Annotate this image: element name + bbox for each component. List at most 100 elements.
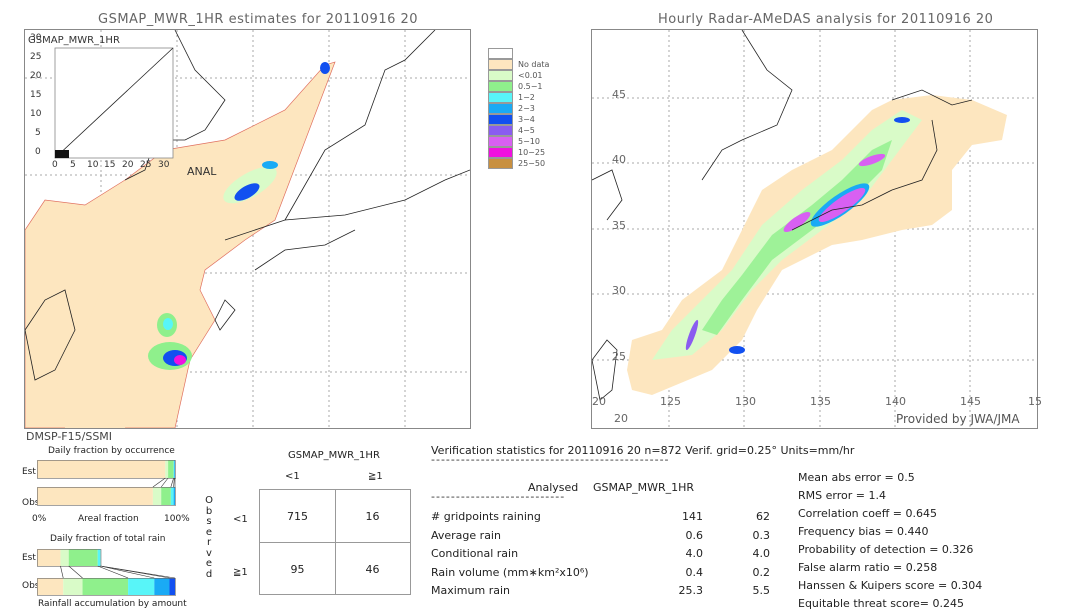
stat-gsmap-value: 0.2	[752, 565, 771, 579]
legend-label: 5−10	[518, 137, 540, 146]
score-item: Correlation coeff = 0.645	[798, 507, 937, 520]
fraction-bar-segment	[173, 460, 175, 478]
legend-swatch	[488, 59, 513, 70]
fraction-bar-segment	[37, 578, 64, 595]
rain-core-5	[174, 355, 186, 365]
legend-label: 25−50	[518, 159, 546, 168]
anal-label: ANAL	[187, 165, 217, 178]
cell-miss: 95	[290, 563, 305, 576]
fraction-bar-segment	[174, 460, 175, 478]
inset-xtick: 5	[70, 160, 76, 170]
fraction-bar-segment	[165, 460, 169, 478]
cell-hit: 46	[365, 563, 380, 576]
total-rain-chart	[37, 549, 176, 596]
score-item: Mean abs error = 0.5	[798, 471, 915, 484]
fraction-connector	[173, 477, 175, 488]
left-map-svg: GSMAP_MWR_1HR ANAL	[25, 30, 470, 428]
legend-swatch	[488, 103, 513, 114]
stat-gsmap-value: 62	[756, 510, 770, 523]
stat-row-label: Maximum rain	[431, 584, 510, 597]
score-item: Equitable threat score= 0.245	[798, 597, 964, 610]
fraction-bar-segment	[154, 578, 170, 595]
lon-tick: 140	[885, 395, 906, 408]
fraction-connector	[100, 565, 155, 579]
fraction-connector	[160, 477, 169, 488]
lon-tick: 145	[960, 395, 981, 408]
inset-xtick: 0	[52, 160, 58, 170]
inset-xtick: 25	[140, 160, 152, 170]
cell-hit-neg: 715	[287, 510, 308, 523]
fraction-bar-segment	[82, 578, 129, 595]
observed-letter: O	[205, 495, 213, 506]
fraction-bar-segment	[128, 578, 155, 595]
stat-gsmap-value: 0.3	[752, 528, 771, 542]
legend-label: 2−3	[518, 104, 535, 113]
observed-letter: s	[206, 516, 212, 527]
occurrence-title: Daily fraction by occurrence	[48, 446, 175, 456]
observed-letter: r	[206, 537, 212, 548]
fraction-bar-segment	[68, 549, 98, 566]
inset-point-cluster	[55, 150, 69, 158]
lat-tick: 25	[612, 350, 626, 363]
accumulation-caption: Rainfall accumulation by amount	[38, 599, 187, 609]
legend-swatch	[488, 92, 513, 103]
fraction-connector	[60, 565, 64, 579]
est-label: Est	[22, 467, 36, 477]
inset-ytick: 15	[30, 90, 42, 100]
lat-tick: 35	[612, 219, 626, 232]
stat-row-label: # gridpoints raining	[431, 510, 541, 523]
inset-ytick: 10	[30, 109, 42, 119]
stat-row-label: Average rain	[431, 528, 501, 542]
observed-letter: e	[205, 558, 213, 569]
score-item: Hanssen & Kuipers score = 0.304	[798, 579, 983, 592]
lat-tick: 20	[614, 412, 628, 425]
stat-analysed-value: 141	[682, 510, 703, 523]
stat-analysed-value: 0.6	[685, 528, 704, 542]
fraction-connector	[152, 477, 166, 488]
legend-label: No data	[518, 60, 550, 69]
legend-swatch	[488, 114, 513, 125]
legend-label: 10−25	[518, 148, 546, 157]
inset-ytick: 5	[35, 128, 41, 138]
stat-gsmap-value: 4.0	[752, 547, 771, 560]
lon-tick: 20	[592, 395, 606, 408]
left-map: GSMAP_MWR_1HR ANAL	[24, 29, 471, 429]
inset-xtick: 20	[122, 160, 134, 170]
contingency-col-title: GSMAP_MWR_1HR	[288, 450, 380, 461]
inset-xtick: 30	[158, 160, 170, 170]
axis-mid-label: Areal fraction	[78, 514, 139, 524]
inset-xtick: 10	[87, 160, 99, 170]
fraction-bar-segment	[37, 460, 166, 478]
contingency-row-label: ≧1	[233, 567, 248, 578]
inset-ytick: 30	[30, 33, 42, 43]
right-map-svg	[592, 30, 1037, 428]
legend-swatch	[488, 48, 513, 59]
rain-core-3	[320, 62, 330, 74]
radar-core-6	[729, 346, 745, 354]
inset-ytick: 25	[30, 52, 42, 62]
fraction-bar-segment	[97, 549, 101, 566]
radar-core-7	[894, 117, 910, 123]
legend-swatch	[488, 70, 513, 81]
score-item: False alarm ratio = 0.258	[798, 561, 938, 574]
right-map-title: Hourly Radar-AMeDAS analysis for 2011091…	[658, 12, 994, 27]
occurrence-chart	[37, 460, 176, 506]
verification-divider-2: ---------------------------	[431, 490, 566, 503]
lon-tick: 15	[1028, 395, 1042, 408]
legend-swatch	[488, 136, 513, 147]
fraction-bar-segment	[170, 487, 174, 505]
fraction-connector	[100, 565, 176, 579]
legend-swatch	[488, 125, 513, 136]
observed-letter: d	[205, 568, 213, 580]
observed-vertical-label: Observed	[204, 495, 214, 580]
fraction-connector	[68, 565, 83, 579]
legend-swatch	[488, 81, 513, 92]
fraction-bar-segment	[63, 578, 83, 595]
lat-tick: 40	[612, 153, 626, 166]
contingency-col-label: ≧1	[368, 471, 383, 482]
stat-row-label: Rain volume (mm∗km²x10⁶)	[431, 565, 589, 579]
inset-title: GSMAP_MWR_1HR	[28, 35, 120, 46]
fraction-bar-segment	[152, 487, 162, 505]
contingency-col-label: <1	[285, 471, 300, 482]
fraction-connector	[170, 477, 174, 488]
